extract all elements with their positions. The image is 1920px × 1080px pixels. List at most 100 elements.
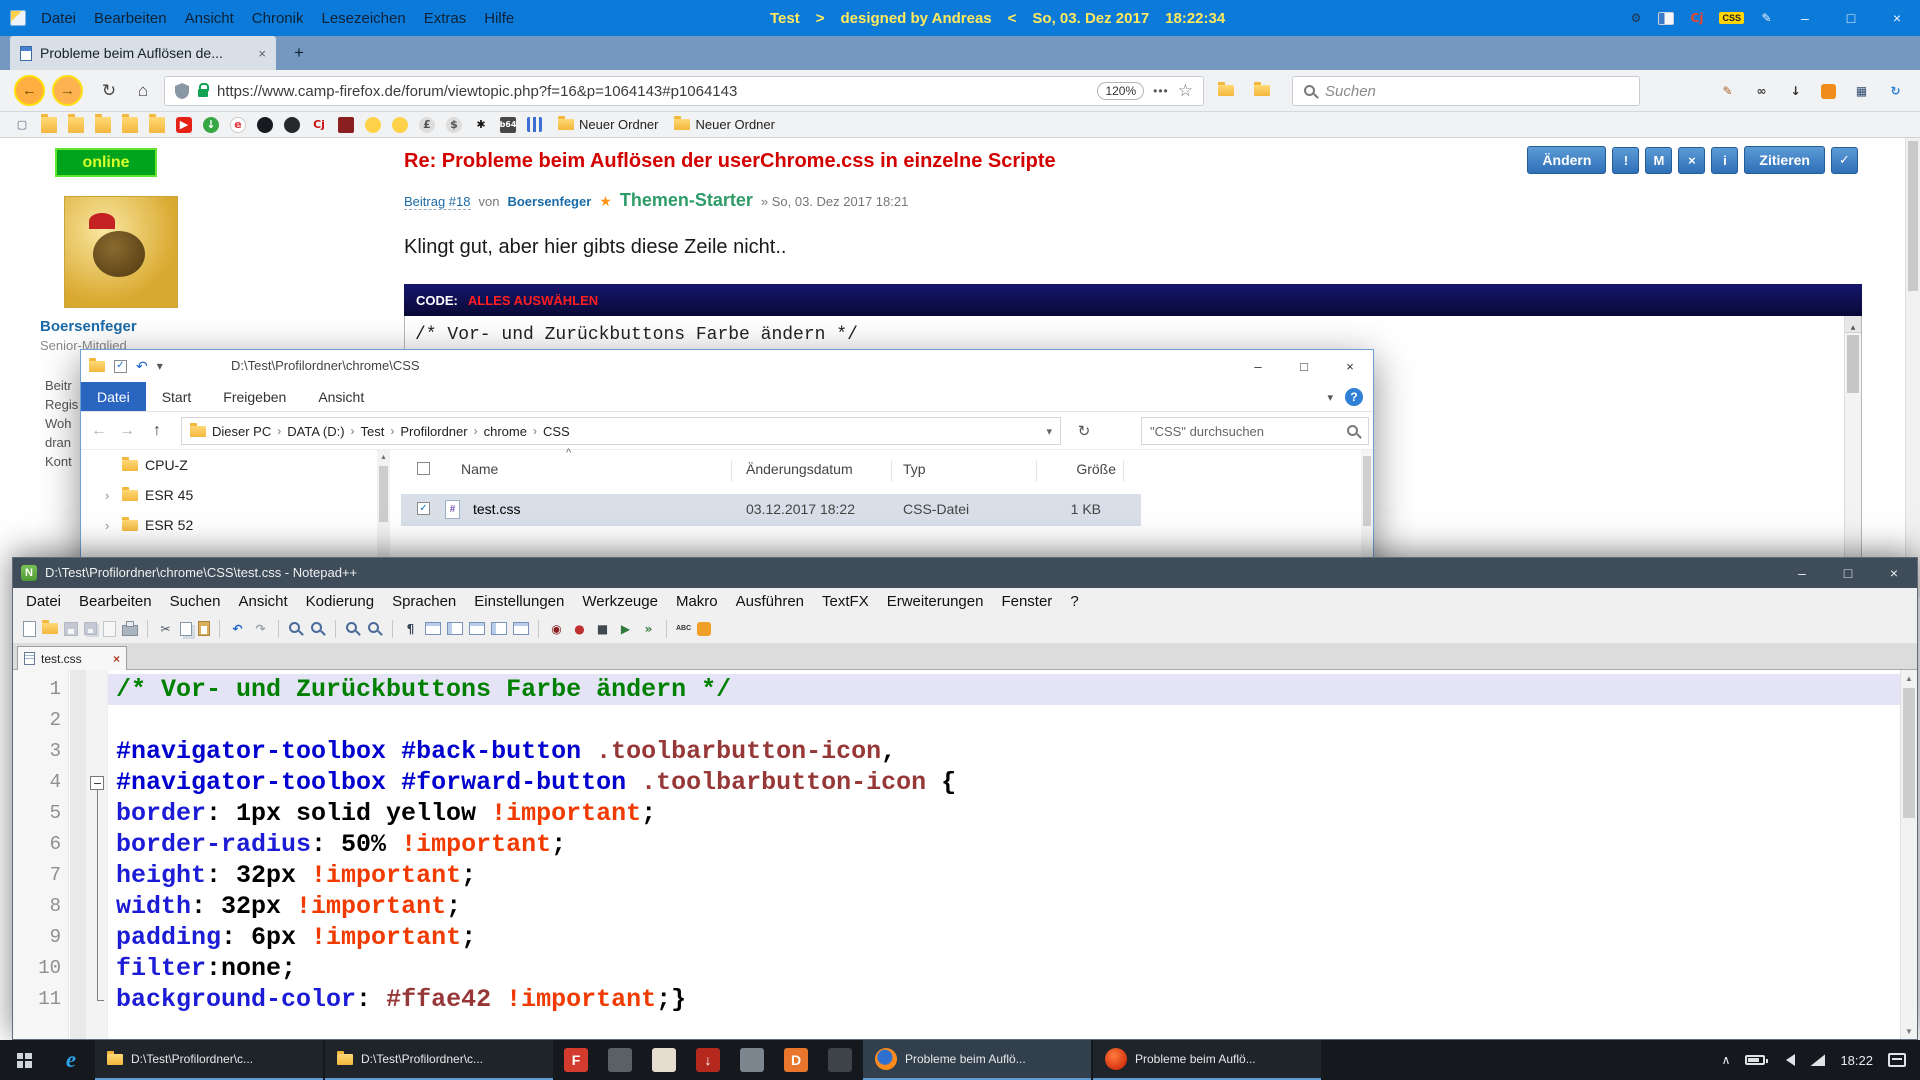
code-editor[interactable]: 1/* Vor- und Zurückbuttons Farbe ändern … xyxy=(13,670,1917,1039)
explorer-titlebar[interactable]: ✓ ↶ ▾ D:\Test\Profilordner\chrome\CSS – … xyxy=(81,350,1373,382)
menubar-item[interactable]: TextFX xyxy=(813,593,878,610)
select-all-checkbox[interactable] xyxy=(417,462,430,475)
new-file-icon[interactable] xyxy=(23,621,36,637)
scroll-up-icon[interactable]: ▲ xyxy=(1901,670,1917,686)
menubar-item[interactable]: Hilfe xyxy=(475,10,523,27)
link-icon[interactable]: ∞ xyxy=(1753,83,1770,100)
column-header-size[interactable]: Größe xyxy=(1031,461,1116,477)
pm-button[interactable]: M xyxy=(1645,147,1672,174)
maximize-button[interactable]: □ xyxy=(1825,558,1871,588)
home-button[interactable]: ⌂ xyxy=(128,76,158,106)
word-wrap-icon[interactable]: ¶ xyxy=(402,620,419,637)
close-button[interactable]: × xyxy=(1874,0,1920,36)
pound-icon[interactable]: £ xyxy=(419,117,435,133)
record-macro-icon[interactable]: ● xyxy=(571,620,588,637)
document-tab[interactable]: test.css × xyxy=(17,646,127,670)
monitor-icon[interactable]: ◉ xyxy=(548,620,565,637)
menubar-item[interactable]: Extras xyxy=(415,10,476,27)
menubar-item[interactable]: Bearbeiten xyxy=(85,10,176,27)
function-list-icon[interactable] xyxy=(491,622,507,635)
close-button[interactable]: × xyxy=(1327,350,1373,382)
menubar-item[interactable]: Makro xyxy=(667,593,727,610)
ribbon-collapse-icon[interactable]: ▾ xyxy=(1327,391,1333,404)
breadcrumb-caret-icon[interactable]: ▾ xyxy=(1046,425,1052,438)
column-header-type[interactable]: Typ xyxy=(903,461,926,477)
breadcrumb-item[interactable]: Test xyxy=(355,424,391,439)
stripes-icon[interactable] xyxy=(527,117,542,132)
explorer-search-input[interactable] xyxy=(1150,424,1340,439)
code-line[interactable]: 7height: 32px !important; xyxy=(13,860,1917,891)
action-center-icon[interactable] xyxy=(1888,1053,1906,1067)
folder-icon[interactable] xyxy=(149,117,165,133)
menubar-item[interactable]: Einstellungen xyxy=(465,593,573,610)
refresh-button[interactable]: ↻ xyxy=(1071,417,1097,445)
open-folder-icon[interactable] xyxy=(42,623,58,634)
menubar-item[interactable]: Kodierung xyxy=(297,593,383,610)
brush-icon[interactable]: ✎ xyxy=(1719,83,1736,100)
plugin-icon[interactable] xyxy=(697,622,711,636)
tab-close-button[interactable]: × xyxy=(258,46,266,61)
file-row[interactable]: ✓test.css03.12.2017 18:22CSS-Datei1 KB xyxy=(401,494,1141,526)
forward-button[interactable]: → xyxy=(52,75,83,106)
zoom-indicator[interactable]: 120% xyxy=(1097,82,1144,100)
scroll-up-icon[interactable]: ▲ xyxy=(1845,316,1861,333)
scroll-down-icon[interactable]: ▼ xyxy=(1901,1023,1917,1039)
new-tab-button[interactable]: + xyxy=(286,41,312,65)
browser-tab[interactable]: Probleme beim Auflösen de... × xyxy=(10,36,276,70)
firefox-titlebar[interactable]: DateiBearbeitenAnsichtChronikLesezeichen… xyxy=(0,0,1920,36)
spellcheck-icon[interactable]: ABC xyxy=(676,620,691,637)
tree-item[interactable]: ›ESR 52 xyxy=(81,510,377,540)
breadcrumb[interactable]: Dieser PC›DATA (D:)›Test›Profilordner›ch… xyxy=(181,417,1061,445)
save-icon[interactable] xyxy=(64,622,78,636)
grid-icon[interactable]: ▦ xyxy=(1853,83,1870,100)
code-line[interactable]: 6border-radius: 50% !important; xyxy=(13,829,1917,860)
menubar-item[interactable]: Erweiterungen xyxy=(878,593,993,610)
menubar-item[interactable]: Suchen xyxy=(161,593,230,610)
taskbar-button[interactable]: D:\Test\Profilordner\c... xyxy=(325,1040,553,1080)
doc-map-icon[interactable] xyxy=(469,622,485,635)
paste-icon[interactable] xyxy=(198,621,210,636)
addon-icon[interactable] xyxy=(1821,84,1836,99)
run-multi-icon[interactable]: » xyxy=(640,620,657,637)
zoom-in-icon[interactable] xyxy=(345,621,361,637)
report-button[interactable]: ! xyxy=(1612,147,1639,174)
delete-button[interactable]: × xyxy=(1678,147,1705,174)
minimize-button[interactable]: – xyxy=(1779,558,1825,588)
post-author-link[interactable]: Boersenfeger xyxy=(40,318,137,335)
folder-icon[interactable] xyxy=(95,117,111,133)
battery-icon[interactable] xyxy=(1745,1055,1765,1065)
code-line[interactable]: 2 xyxy=(13,705,1917,736)
doc-switcher-icon[interactable] xyxy=(513,622,529,635)
menubar-item[interactable]: Werkzeuge xyxy=(573,593,667,610)
taskbar-pinned-app[interactable] xyxy=(730,1040,774,1080)
tray-expand-icon[interactable]: ∧ xyxy=(1722,1053,1731,1067)
menubar-item[interactable]: ? xyxy=(1061,593,1087,610)
fold-toggle-icon[interactable] xyxy=(86,767,108,798)
bookmark-folder-button[interactable] xyxy=(1254,85,1270,96)
tree-item[interactable]: ›ESR 45 xyxy=(81,480,377,510)
page-actions-icon[interactable]: ••• xyxy=(1153,84,1169,98)
play-macro-icon[interactable]: ▶ xyxy=(617,620,634,637)
scrollbar-thumb[interactable] xyxy=(1903,688,1915,818)
code-scrollbar[interactable]: ▲ xyxy=(1844,316,1861,595)
back-button[interactable]: ← xyxy=(85,412,113,450)
window-icon[interactable]: ▢ xyxy=(14,117,30,133)
bookmark-folder-button[interactable] xyxy=(1218,85,1234,96)
red-site-icon[interactable] xyxy=(338,117,354,133)
start-button[interactable] xyxy=(0,1040,48,1080)
sync-icon[interactable]: ↻ xyxy=(1887,83,1904,100)
find-icon[interactable] xyxy=(288,621,304,637)
page-scrollbar[interactable] xyxy=(1905,138,1920,598)
search-input[interactable] xyxy=(1325,83,1629,100)
info-button[interactable]: i xyxy=(1711,147,1738,174)
taskbar-button[interactable]: Probleme beim Auflö... xyxy=(863,1040,1091,1080)
ribbon-tab-freigeben[interactable]: Freigeben xyxy=(207,382,302,411)
checkbox[interactable]: ✓ xyxy=(417,502,430,515)
taskbar-pinned-app[interactable]: F xyxy=(554,1040,598,1080)
download-arrow-icon[interactable]: ↓ xyxy=(203,117,219,133)
select-all-link[interactable]: ALLES AUSWÄHLEN xyxy=(468,293,598,308)
menubar-item[interactable]: Fenster xyxy=(992,593,1061,610)
zoom-out-icon[interactable] xyxy=(367,621,383,637)
code-line[interactable]: 8width: 32px !important; xyxy=(13,891,1917,922)
folder-icon[interactable] xyxy=(41,117,57,133)
